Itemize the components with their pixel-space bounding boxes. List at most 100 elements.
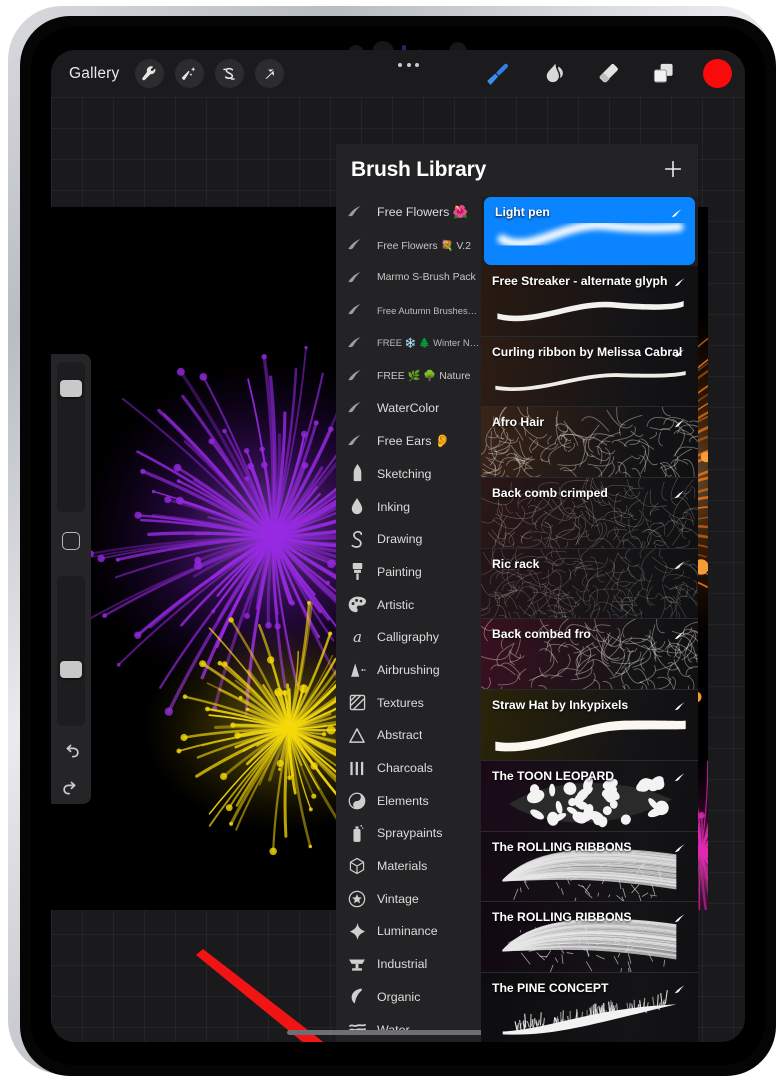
brush-edit-icon[interactable] xyxy=(674,841,689,859)
selection-s-icon[interactable] xyxy=(215,59,244,88)
brush-set-label: Airbrushing xyxy=(377,663,440,677)
smudge-icon[interactable] xyxy=(538,59,568,89)
brush-item[interactable]: The ROLLING RIBBONS xyxy=(481,902,698,973)
brush-set-label: Sketching xyxy=(377,467,431,481)
brush-edit-icon[interactable] xyxy=(674,982,689,1000)
top-toolbar: Gallery xyxy=(51,50,745,97)
brush-library-header: Brush Library xyxy=(336,144,698,196)
brush-set-item[interactable]: Water xyxy=(336,1013,481,1042)
actions-wrench-icon[interactable] xyxy=(135,59,164,88)
squiggle-icon xyxy=(346,530,368,549)
eraser-icon[interactable] xyxy=(593,59,623,89)
brush-stroke-icon xyxy=(346,204,368,220)
bars-icon xyxy=(346,760,368,777)
brush-edit-icon[interactable] xyxy=(674,275,689,293)
brush-edit-icon[interactable] xyxy=(671,206,686,224)
undo-button[interactable] xyxy=(60,742,82,769)
modify-square-button[interactable] xyxy=(62,532,80,550)
brush-item[interactable]: Ric rack xyxy=(481,549,698,620)
brush-set-label: Drawing xyxy=(377,532,422,546)
brush-edit-icon[interactable] xyxy=(674,628,689,646)
brush-set-item[interactable]: Sketching xyxy=(336,458,481,491)
brush-name-label: The PINE CONCEPT xyxy=(492,981,608,995)
toolbar-left-group: Gallery xyxy=(65,50,284,97)
paintbrush-icon[interactable] xyxy=(483,59,513,89)
brush-set-list[interactable]: Free Flowers 🌺 Free Flowers 💐 V.2 Marmo S-… xyxy=(336,196,481,1042)
brush-item[interactable]: Back comb crimped xyxy=(481,478,698,549)
opacity-slider[interactable] xyxy=(57,576,85,726)
brush-edit-icon[interactable] xyxy=(674,416,689,434)
ipad-device-frame: Gallery Brush Library Free Flowers 🌺 Fre… xyxy=(8,6,772,1074)
brush-set-item[interactable]: Abstract xyxy=(336,719,481,752)
brush-set-item[interactable]: WaterColor xyxy=(336,392,481,425)
brush-set-item[interactable]: Artistic xyxy=(336,588,481,621)
brush-stroke-icon xyxy=(346,400,368,416)
opacity-slider-knob[interactable] xyxy=(60,661,82,678)
transform-arrow-icon[interactable] xyxy=(255,59,284,88)
brush-set-item[interactable]: Spraypaints xyxy=(336,817,481,850)
brush-set-item[interactable]: a Calligraphy xyxy=(336,621,481,654)
brush-set-label: Organic xyxy=(377,990,420,1004)
brush-edit-icon[interactable] xyxy=(674,911,689,929)
add-brush-set-button[interactable] xyxy=(662,158,684,180)
brush-item-list[interactable]: Light pen Free Streaker - alternate glyp… xyxy=(481,196,698,1042)
redo-button[interactable] xyxy=(60,779,82,806)
brush-set-item[interactable]: Free Ears 👂 xyxy=(336,425,481,458)
brush-set-item[interactable]: Organic xyxy=(336,981,481,1014)
brush-item[interactable]: Light pen xyxy=(484,197,695,265)
left-sidebar xyxy=(51,354,91,804)
brush-item[interactable]: The ROLLING RIBBONS xyxy=(481,832,698,903)
brush-set-item[interactable]: Drawing xyxy=(336,523,481,556)
brush-set-item[interactable]: Luminance xyxy=(336,915,481,948)
brush-set-item[interactable]: Inking xyxy=(336,490,481,523)
adjustments-wand-icon[interactable] xyxy=(175,59,204,88)
brush-set-item[interactable]: Materials xyxy=(336,850,481,883)
brush-set-item[interactable]: Painting xyxy=(336,556,481,589)
brush-edit-icon[interactable] xyxy=(674,558,689,576)
brush-name-label: Ric rack xyxy=(492,557,539,571)
brush-item[interactable]: The PINE CONCEPT xyxy=(481,973,698,1042)
brush-edit-icon[interactable] xyxy=(674,346,689,364)
brush-stroke-icon xyxy=(346,302,368,318)
brush-item[interactable]: Straw Hat by Inkypixels xyxy=(481,690,698,761)
brush-item[interactable]: The TOON LEOPARD xyxy=(481,761,698,832)
brush-set-label: Free Flowers 🌺 xyxy=(377,205,468,220)
ink-drop-icon xyxy=(346,497,368,516)
more-options-button[interactable] xyxy=(398,63,419,67)
brush-set-item[interactable]: Airbrushing xyxy=(336,654,481,687)
brush-set-item[interactable]: Industrial xyxy=(336,948,481,981)
brush-edit-icon[interactable] xyxy=(674,770,689,788)
brush-set-item[interactable]: Free Flowers 💐 V.2 xyxy=(336,229,481,262)
brush-set-label: Free Ears 👂 xyxy=(377,434,450,449)
brush-size-slider-knob[interactable] xyxy=(60,380,82,397)
brush-item[interactable]: Back combed fro xyxy=(481,619,698,690)
dot xyxy=(415,63,419,67)
brush-size-slider[interactable] xyxy=(57,362,85,512)
canvas-area[interactable]: Brush Library Free Flowers 🌺 Free Flowers… xyxy=(51,97,745,1042)
brush-set-item[interactable]: FREE 🌿 🌳 Nature xyxy=(336,359,481,392)
brush-item[interactable]: Afro Hair xyxy=(481,407,698,478)
brush-set-item[interactable]: Marmo S-Brush Pack xyxy=(336,261,481,294)
layers-icon[interactable] xyxy=(648,59,678,89)
brush-stroke-icon xyxy=(346,368,368,384)
brush-set-label: FREE 🌿 🌳 Nature xyxy=(377,369,470,382)
brush-item[interactable]: Free Streaker - alternate glyph xyxy=(481,266,698,337)
brush-set-item[interactable]: Charcoals xyxy=(336,752,481,785)
brush-set-item[interactable]: Vintage xyxy=(336,882,481,915)
brush-set-label: Spraypaints xyxy=(377,826,442,840)
brush-set-item[interactable]: Free Flowers 🌺 xyxy=(336,196,481,229)
brush-set-label: Vintage xyxy=(377,892,419,906)
brush-set-item[interactable]: FREE ❄️ 🌲 Winter N… xyxy=(336,327,481,360)
brush-edit-icon[interactable] xyxy=(674,487,689,505)
gallery-button[interactable]: Gallery xyxy=(65,63,124,85)
spray-can-icon xyxy=(346,824,368,843)
paintbrush-flat-icon xyxy=(346,562,368,581)
brush-set-item[interactable]: Free Autumn Brushes… xyxy=(336,294,481,327)
star-circle-icon xyxy=(346,890,368,908)
brush-item[interactable]: Curling ribbon by Melissa Cabral xyxy=(481,337,698,408)
brush-edit-icon[interactable] xyxy=(674,699,689,717)
brush-set-label: FREE ❄️ 🌲 Winter N… xyxy=(377,337,479,349)
color-swatch-button[interactable] xyxy=(703,59,732,88)
brush-set-item[interactable]: Elements xyxy=(336,784,481,817)
brush-set-item[interactable]: Textures xyxy=(336,686,481,719)
